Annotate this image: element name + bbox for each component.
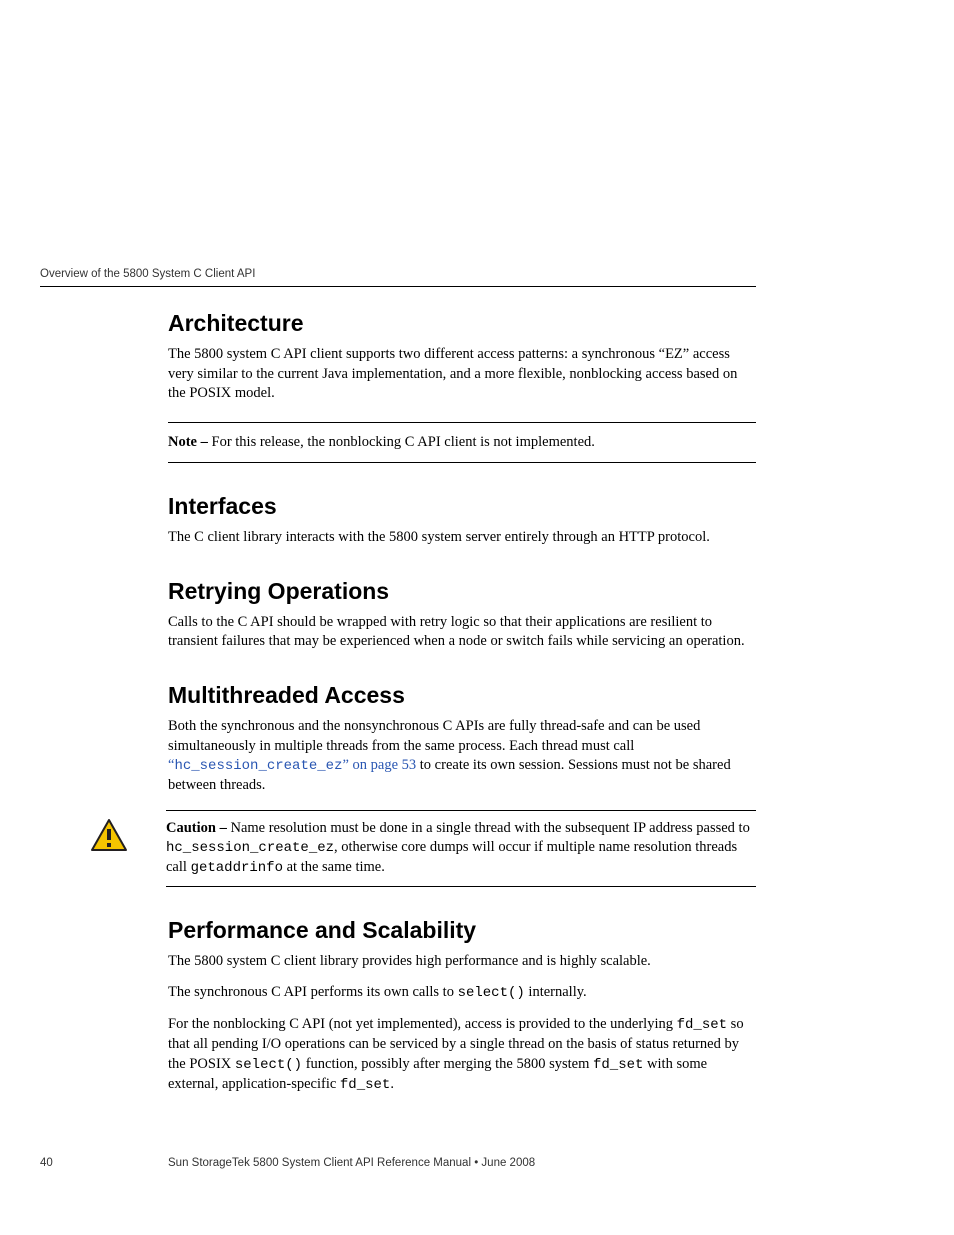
perf2-text-c: function, possibly after merging the 580… [302, 1056, 593, 1072]
perf1-text-a: The synchronous C API performs its own c… [168, 984, 458, 1000]
running-header: Overview of the 5800 System C Client API [40, 268, 756, 287]
multithreaded-text-a: Both the synchronous and the nonsynchron… [168, 718, 700, 754]
perf1-code: select() [458, 985, 525, 1001]
caution-row: Caution – Name resolution must be done i… [90, 810, 756, 887]
perf1-text-b: internally. [525, 984, 587, 1000]
interfaces-paragraph: The C client library interacts with the … [168, 528, 756, 548]
perf2-text-e: . [390, 1076, 394, 1092]
caution-code-2: getaddrinfo [191, 860, 283, 876]
heading-multithreaded-access: Multithreaded Access [168, 682, 756, 709]
page-number: 40 [40, 1157, 168, 1169]
page-footer: 40Sun StorageTek 5800 System Client API … [40, 1157, 756, 1169]
heading-performance: Performance and Scalability [168, 917, 756, 944]
footer-doc-title: Sun StorageTek 5800 System Client API Re… [168, 1157, 535, 1169]
perf2-code-3: fd_set [593, 1057, 643, 1073]
note-label: Note – [168, 434, 212, 450]
performance-paragraph-0: The 5800 system C client library provide… [168, 952, 756, 972]
perf2-text-a: For the nonblocking C API (not yet imple… [168, 1016, 677, 1032]
heading-architecture: Architecture [168, 310, 756, 337]
performance-paragraph-1: The synchronous C API performs its own c… [168, 983, 756, 1003]
multithreaded-paragraph: Both the synchronous and the nonsynchron… [168, 717, 756, 796]
session-create-link[interactable]: “hc_session_create_ez” on page 53 [168, 757, 416, 773]
caution-label: Caution – [166, 820, 230, 836]
perf2-code-2: select() [235, 1057, 302, 1073]
note-box: Note – For this release, the nonblocking… [168, 422, 756, 464]
caution-icon [90, 818, 128, 857]
running-header-text: Overview of the 5800 System C Client API [40, 268, 255, 280]
caution-text-a: Name resolution must be done in a single… [230, 820, 749, 836]
note-text: For this release, the nonblocking C API … [212, 434, 595, 450]
link-quote-close: ” on page 53 [342, 757, 416, 773]
document-page: Overview of the 5800 System C Client API… [0, 0, 954, 1235]
caution-box: Caution – Name resolution must be done i… [166, 810, 756, 887]
performance-paragraph-2: For the nonblocking C API (not yet imple… [168, 1015, 756, 1094]
retrying-paragraph: Calls to the C API should be wrapped wit… [168, 613, 756, 652]
caution-text-c: at the same time. [283, 859, 385, 875]
heading-interfaces: Interfaces [168, 493, 756, 520]
perf2-code-1: fd_set [677, 1017, 727, 1033]
heading-retrying-operations: Retrying Operations [168, 578, 756, 605]
page-content: Architecture The 5800 system C API clien… [168, 268, 756, 1095]
architecture-paragraph: The 5800 system C API client supports tw… [168, 345, 756, 404]
perf2-code-4: fd_set [340, 1077, 390, 1093]
caution-code-1: hc_session_create_ez [166, 840, 334, 856]
session-create-code: hc_session_create_ez [174, 758, 342, 774]
